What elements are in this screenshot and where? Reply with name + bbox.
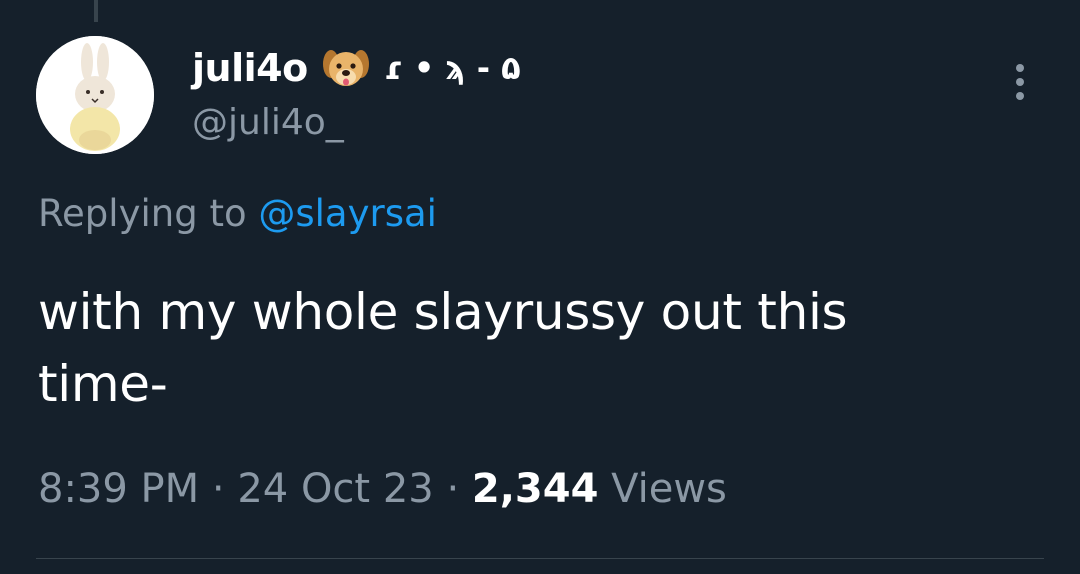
meta-separator: ·	[446, 466, 460, 512]
thread-connector-line	[94, 0, 98, 22]
tweet-text-line: time-	[38, 355, 168, 413]
tweet-time[interactable]: 8:39 PM	[38, 466, 199, 512]
replying-to-line: Replying to @slayrsai	[38, 192, 437, 235]
tweet-text: with my whole slayrussy out this time-	[38, 276, 1018, 420]
author-display-name[interactable]: juli4o	[192, 46, 308, 90]
tweet-meta-row: 8:39 PM · 24 Oct 23 · 2,344 Views	[38, 466, 727, 512]
meta-separator: ·	[211, 466, 225, 512]
more-options-icon	[1016, 64, 1024, 72]
replying-to-handle-link[interactable]: @slayrsai	[258, 192, 437, 235]
more-options-icon-dot	[1016, 78, 1024, 86]
tweet-text-line: with my whole slayrussy out this	[38, 283, 848, 341]
views-label: Views	[611, 466, 727, 512]
more-options-icon-dot	[1016, 92, 1024, 100]
replying-to-prefix: Replying to	[38, 192, 247, 235]
dog-face-icon	[322, 44, 370, 92]
tweet-date[interactable]: 24 Oct 23	[237, 466, 433, 512]
more-options-button[interactable]	[1000, 62, 1040, 102]
avatar[interactable]	[36, 36, 154, 154]
divider	[36, 558, 1044, 559]
author-name-row: juli4o ɾ • ϡ - ۵	[192, 40, 521, 96]
bunny-avatar-icon	[36, 36, 154, 154]
author-handle[interactable]: @juli4o_	[192, 102, 344, 143]
name-decoration: ɾ • ϡ - ۵	[383, 49, 521, 87]
views-count: 2,344	[471, 466, 599, 512]
